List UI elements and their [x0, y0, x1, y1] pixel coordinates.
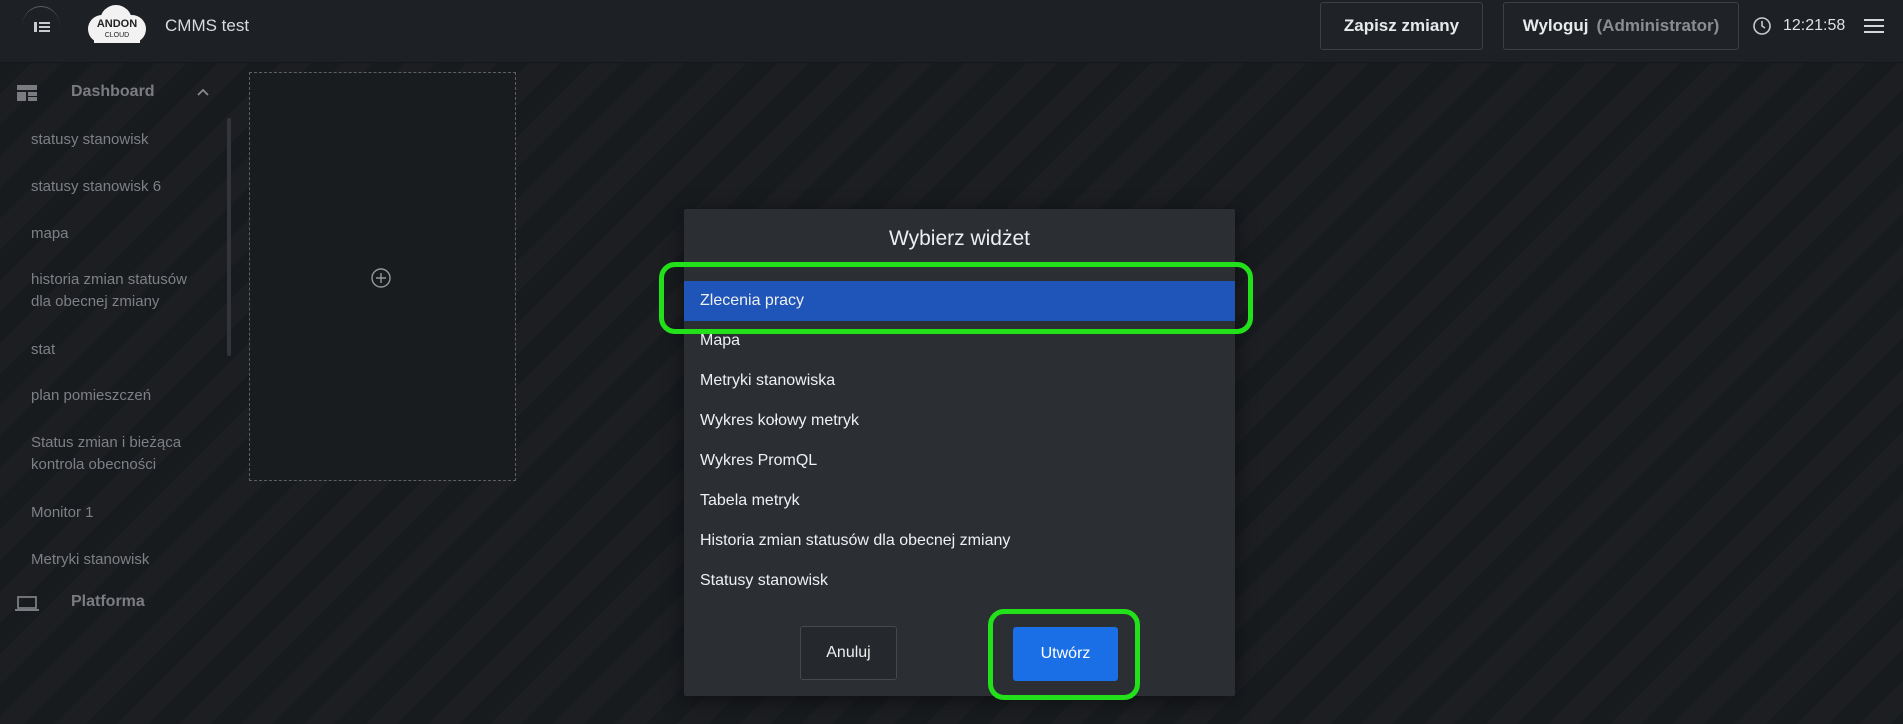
svg-text:CLOUD: CLOUD	[105, 32, 130, 39]
clock-time: 12:21:58	[1783, 17, 1846, 34]
cancel-button[interactable]: Anuluj	[800, 626, 897, 680]
sidebar-toggle-icon	[34, 22, 50, 32]
widget-option-historia-zmian[interactable]: Historia zmian statusów dla obecnej zmia…	[684, 521, 1235, 561]
save-changes-label: Zapisz zmiany	[1343, 16, 1460, 35]
dialog-title: Wybierz widżet	[888, 227, 1030, 250]
highlight-selected-option	[659, 262, 1253, 334]
widget-option-metryki-stanowiska[interactable]: Metryki stanowiska	[684, 361, 1235, 401]
logout-label: Wyloguj	[1522, 16, 1589, 35]
widget-option-wykres-kolowy[interactable]: Wykres kołowy metryk	[684, 401, 1235, 441]
svg-text:ANDON: ANDON	[97, 18, 137, 30]
logout-button[interactable]: Wyloguj (Administrator)	[1503, 2, 1739, 50]
highlight-create-button	[988, 609, 1140, 700]
app-title: CMMS test	[165, 16, 250, 35]
widget-option-tabela-metryk[interactable]: Tabela metryk	[684, 481, 1235, 521]
main-menu-icon[interactable]	[1864, 18, 1884, 34]
sidebar-toggle-button[interactable]	[22, 6, 60, 47]
clock-icon	[1753, 17, 1771, 35]
top-bar: ANDON CLOUD CMMS test Zapisz zmiany Wylo…	[0, 0, 1903, 63]
user-role: (Administrator)	[1596, 16, 1720, 35]
widget-option-statusy-stanowisk[interactable]: Statusy stanowisk	[684, 561, 1235, 601]
save-changes-button[interactable]: Zapisz zmiany	[1320, 2, 1483, 50]
cancel-label: Anuluj	[826, 644, 871, 661]
widget-option-wykres-promql[interactable]: Wykres PromQL	[684, 441, 1235, 481]
andon-cloud-logo: ANDON CLOUD	[82, 3, 152, 47]
